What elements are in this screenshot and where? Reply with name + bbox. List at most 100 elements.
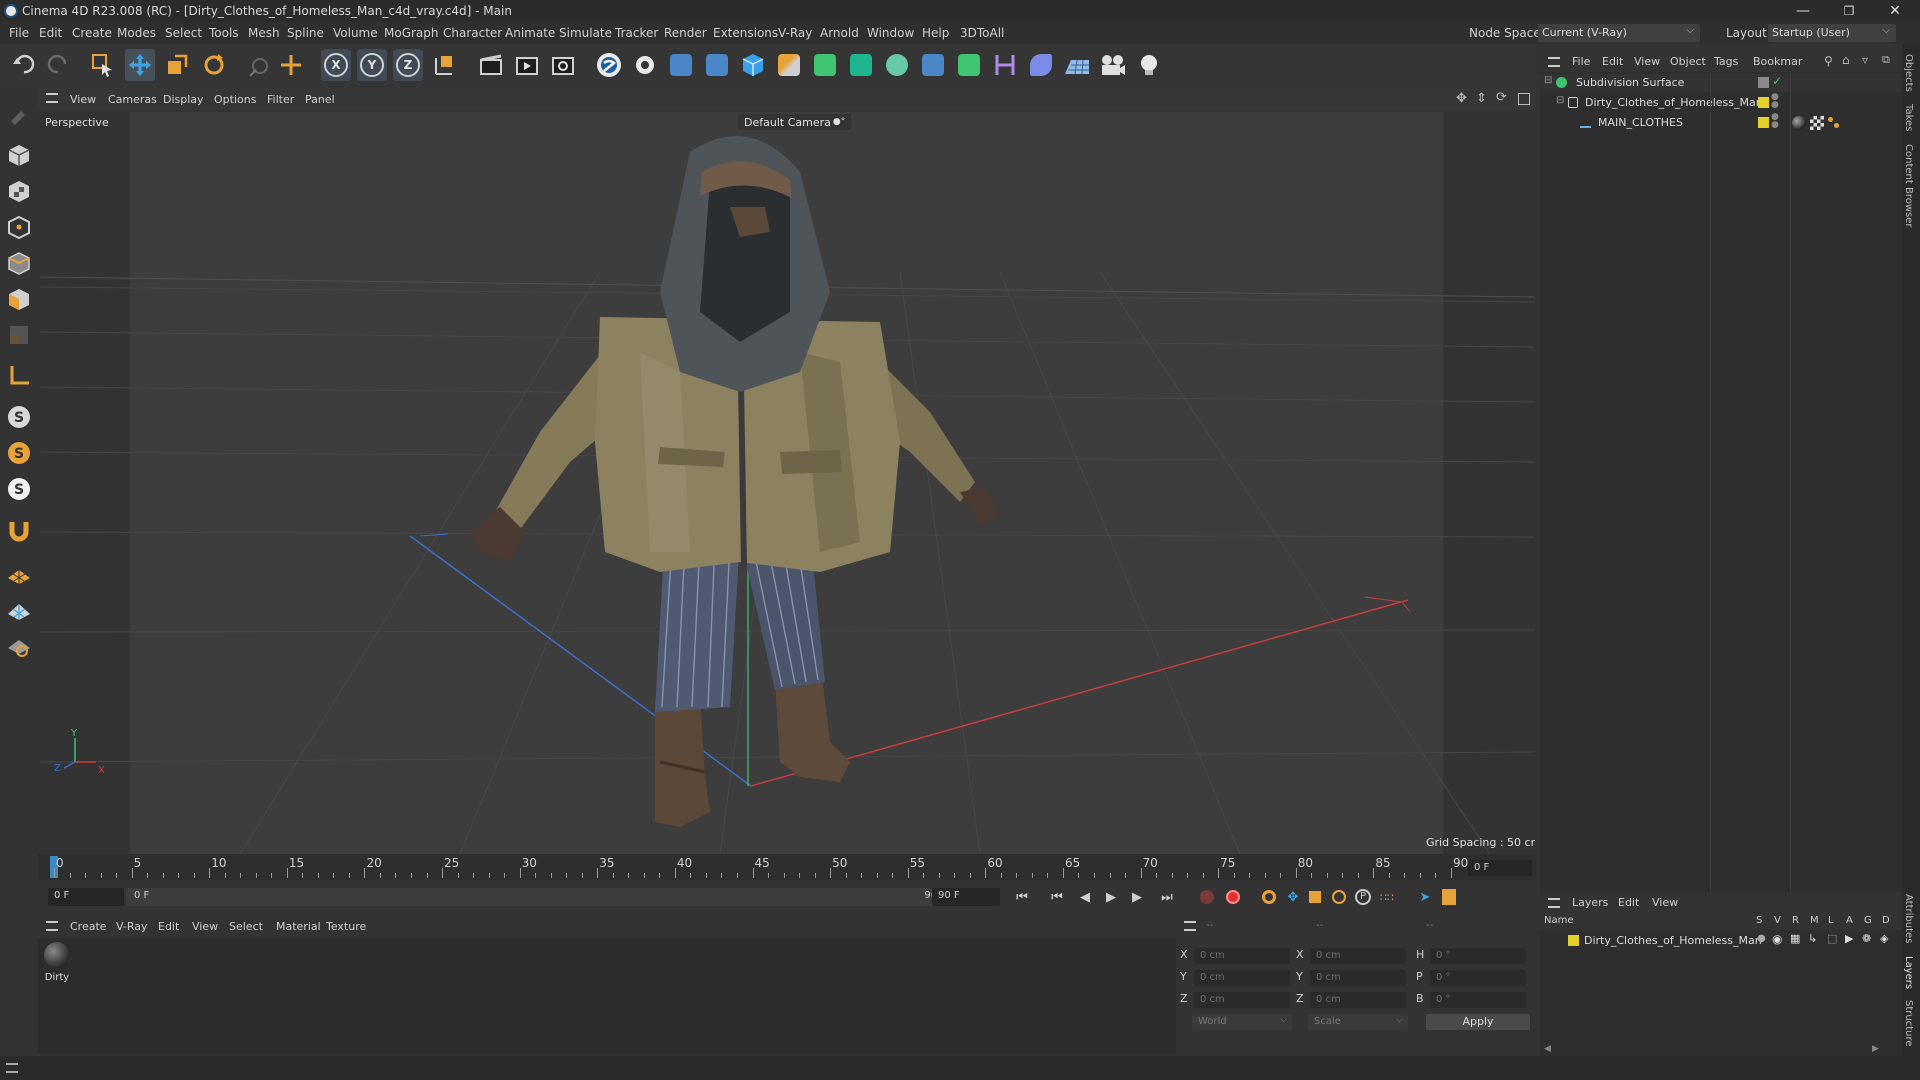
light-button[interactable] bbox=[1134, 49, 1164, 81]
live-selection-button[interactable] bbox=[88, 49, 118, 81]
scroll-left-icon[interactable]: ◀ bbox=[1544, 1044, 1551, 1054]
mograph-cubes-button[interactable] bbox=[954, 49, 984, 81]
rotate-view-icon[interactable]: ⟳ bbox=[1496, 90, 1507, 105]
home-icon[interactable]: ⌂ bbox=[1842, 53, 1850, 67]
layer-col-view[interactable]: V bbox=[1774, 915, 1781, 926]
menu-tracker[interactable]: Tracker bbox=[615, 26, 658, 40]
end-frame-field[interactable]: 90 F bbox=[932, 888, 1000, 906]
expand-icon[interactable]: ⊟ bbox=[1556, 95, 1564, 106]
scroll-right-icon[interactable]: ▶ bbox=[1872, 1044, 1879, 1054]
timeline-ruler[interactable]: 0 5 10 15 20 25 30 35 40 45 50 55 60 65 70 75 80 85 90 0 F bbox=[38, 854, 1536, 880]
hamburger-icon[interactable] bbox=[1184, 921, 1196, 931]
maximize-view-icon[interactable] bbox=[1518, 93, 1530, 105]
axis-z-toggle[interactable]: Z bbox=[393, 49, 423, 81]
hamburger-icon[interactable] bbox=[46, 93, 58, 103]
step-forward-button[interactable]: ▶ bbox=[1128, 888, 1146, 906]
layer-col-name[interactable]: Name bbox=[1544, 915, 1574, 926]
rot-h-field[interactable]: 0 ° bbox=[1430, 948, 1526, 964]
move-tool-button[interactable] bbox=[125, 49, 155, 81]
filter-icon[interactable]: ▿ bbox=[1862, 53, 1868, 67]
layer-col-deformers[interactable]: D bbox=[1882, 915, 1890, 926]
grid-plane-button-2[interactable] bbox=[4, 594, 34, 624]
render-to-picture-viewer-button[interactable] bbox=[512, 49, 542, 81]
menu-3dtoall[interactable]: 3DToAll bbox=[960, 26, 1004, 40]
deformer-icon[interactable]: ◈ bbox=[1880, 932, 1888, 945]
menu-edit[interactable]: Edit bbox=[39, 26, 62, 40]
tree-row-subdivision[interactable]: ⊟ Subdivision Surface ✓ bbox=[1540, 74, 1902, 92]
material-menu-edit[interactable]: Edit bbox=[158, 920, 179, 933]
uvw-tag-icon[interactable] bbox=[1810, 116, 1824, 130]
render-clapboard-icon[interactable]: ▦ bbox=[1790, 932, 1800, 945]
tab-content-browser[interactable]: Content Browser bbox=[1903, 144, 1914, 227]
extrude-button[interactable] bbox=[846, 49, 876, 81]
menu-vray[interactable]: V-Ray bbox=[778, 26, 812, 40]
layer-row[interactable]: Dirty_Clothes_of_Homeless_Man ● ◉ ▦ ↳ □ … bbox=[1540, 932, 1902, 950]
viewport-menu-panel[interactable]: Panel bbox=[305, 93, 335, 106]
eye-icon[interactable]: ◉ bbox=[1772, 932, 1782, 946]
material-menu-material[interactable]: Material bbox=[276, 920, 321, 933]
menu-mograph[interactable]: MoGraph bbox=[384, 26, 439, 40]
dolly-view-icon[interactable]: ⇕ bbox=[1476, 91, 1487, 106]
layer-color-swatch[interactable] bbox=[1568, 935, 1579, 946]
layer-menu-edit[interactable]: Edit bbox=[1618, 896, 1639, 909]
viewport-menu-options[interactable]: Options bbox=[214, 93, 256, 106]
menu-render[interactable]: Render bbox=[664, 26, 707, 40]
python-script-button-1[interactable] bbox=[666, 49, 696, 81]
layer-menu-layers[interactable]: Layers bbox=[1572, 896, 1608, 909]
recent-tool-button[interactable] bbox=[244, 49, 274, 81]
material-menu-vray[interactable]: V-Ray bbox=[116, 920, 148, 933]
solo-dot-icon[interactable]: ● bbox=[1757, 933, 1766, 944]
menu-extensions[interactable]: Extensions bbox=[713, 26, 778, 40]
key-pla-button[interactable]: ∷∷ bbox=[1378, 888, 1396, 906]
hamburger-icon[interactable] bbox=[1548, 57, 1560, 67]
tab-attributes[interactable]: Attributes bbox=[1903, 894, 1914, 943]
field-button[interactable] bbox=[1026, 49, 1056, 81]
viewport-perspective[interactable]: Perspective Default Camera ●° Grid Spaci… bbox=[40, 112, 1535, 854]
rotate-tool-button[interactable] bbox=[199, 49, 229, 81]
start-frame-field[interactable]: 0 F bbox=[48, 888, 124, 906]
layer-col-animation[interactable]: A bbox=[1846, 915, 1853, 926]
layer-col-locked[interactable]: L bbox=[1828, 915, 1834, 926]
object-menu-edit[interactable]: Edit bbox=[1602, 55, 1623, 68]
menu-tools[interactable]: Tools bbox=[209, 26, 239, 40]
manager-icon[interactable]: ↳ bbox=[1808, 932, 1817, 945]
viewport-menu-cameras[interactable]: Cameras bbox=[108, 93, 157, 106]
goto-prev-key-button[interactable]: ⏮ bbox=[1048, 888, 1066, 906]
enabled-check-icon[interactable]: ✓ bbox=[1772, 74, 1782, 88]
tab-takes[interactable]: Takes bbox=[1903, 104, 1914, 131]
coordinate-mode-dropdown[interactable]: World ⌵ bbox=[1192, 1014, 1292, 1030]
polygons-mode-button[interactable] bbox=[4, 284, 34, 314]
pen-spline-button[interactable] bbox=[774, 49, 804, 81]
cloner-button[interactable] bbox=[882, 49, 912, 81]
workplane-button[interactable] bbox=[4, 360, 34, 390]
menu-animate[interactable]: Animate bbox=[505, 26, 555, 40]
active-camera-label[interactable]: Default Camera ●° bbox=[738, 114, 852, 130]
material-menu-create[interactable]: Create bbox=[70, 920, 107, 933]
undo-button[interactable] bbox=[10, 49, 40, 81]
node-space-dropdown[interactable]: Current (V-Ray) ⌵ bbox=[1538, 24, 1700, 42]
generator-icon[interactable]: ❁ bbox=[1862, 932, 1871, 945]
material-menu-texture[interactable]: Texture bbox=[326, 920, 366, 933]
timeline-window-button[interactable] bbox=[1440, 888, 1458, 906]
vray-tag-icon[interactable] bbox=[1828, 117, 1840, 129]
python-script-button-2[interactable] bbox=[702, 49, 732, 81]
frame-range-slider[interactable]: 0 F 90 F bbox=[126, 888, 954, 906]
tab-structure[interactable]: Structure bbox=[1903, 1000, 1914, 1047]
camera-button[interactable] bbox=[1098, 49, 1128, 81]
axis-y-toggle[interactable]: Y bbox=[357, 49, 387, 81]
size-mode-dropdown[interactable]: Scale ⌵ bbox=[1308, 1014, 1408, 1030]
keyframe-selection-button[interactable] bbox=[1260, 888, 1278, 906]
model-mode-button[interactable] bbox=[4, 140, 34, 170]
tab-objects[interactable]: Objects bbox=[1903, 54, 1914, 92]
key-rotation-button[interactable] bbox=[1330, 888, 1348, 906]
size-z-field[interactable]: 0 cm bbox=[1310, 992, 1406, 1008]
edges-mode-button[interactable] bbox=[4, 248, 34, 278]
menu-window[interactable]: Window bbox=[867, 26, 914, 40]
grid-plane-button-3[interactable] bbox=[4, 630, 34, 660]
menu-character[interactable]: Character bbox=[443, 26, 502, 40]
add-tool-button[interactable] bbox=[276, 49, 306, 81]
viewport-menu-display[interactable]: Display bbox=[163, 93, 204, 106]
object-menu-tags[interactable]: Tags bbox=[1714, 55, 1738, 68]
uv-mode-button[interactable] bbox=[4, 320, 34, 350]
size-x-field[interactable]: 0 cm bbox=[1310, 948, 1406, 964]
